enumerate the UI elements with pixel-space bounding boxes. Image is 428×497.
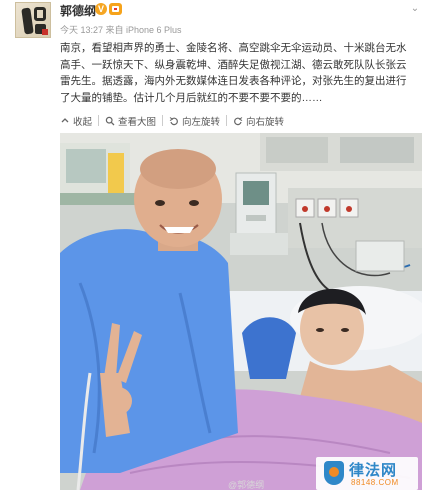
collapse-button[interactable]: 收起 xyxy=(60,112,98,130)
badge-name: 律法网 xyxy=(349,462,398,479)
hospital-photo xyxy=(60,133,422,490)
image-actions: 收起 查看大图 向左旋转 向右旋转 xyxy=(60,112,290,130)
view-large-button[interactable]: 查看大图 xyxy=(99,112,162,130)
chevron-down-icon[interactable]: ⌄ xyxy=(408,3,422,15)
user-name[interactable]: 郭德纲 xyxy=(60,2,96,19)
magnifier-icon xyxy=(105,116,115,126)
rotate-left-button[interactable]: 向左旋转 xyxy=(163,112,226,130)
rotate-right-icon xyxy=(234,117,243,126)
post-meta: 今天 13:27 来自 iPhone 6 Plus xyxy=(60,25,182,35)
view-large-label: 查看大图 xyxy=(118,117,157,128)
collapse-label: 收起 xyxy=(73,117,93,128)
member-icon xyxy=(109,3,122,15)
site-badge: 律法网 88148.COM xyxy=(316,457,418,490)
verified-icon: V xyxy=(95,3,107,15)
rotate-left-icon xyxy=(169,117,178,126)
rotate-left-label: 向左旋转 xyxy=(182,117,221,128)
image-watermark: @郭德纲 xyxy=(228,480,265,490)
post-photo[interactable] xyxy=(60,133,422,490)
post-header: 郭德纲 V 今天 13:27 来自 iPhone 6 Plus ⌄ xyxy=(0,0,428,40)
collapse-icon xyxy=(61,118,69,123)
badge-url: 88148.COM xyxy=(351,478,399,487)
post-text: 南京，看望相声界的勇士、金陵名将、高空跳伞无伞运动员、十米跳台无水高手、一跃惊天… xyxy=(60,42,407,104)
rotate-right-button[interactable]: 向右旋转 xyxy=(227,112,290,130)
rotate-right-label: 向右旋转 xyxy=(246,117,285,128)
shield-logo-icon xyxy=(324,461,344,485)
avatar[interactable] xyxy=(15,2,51,38)
